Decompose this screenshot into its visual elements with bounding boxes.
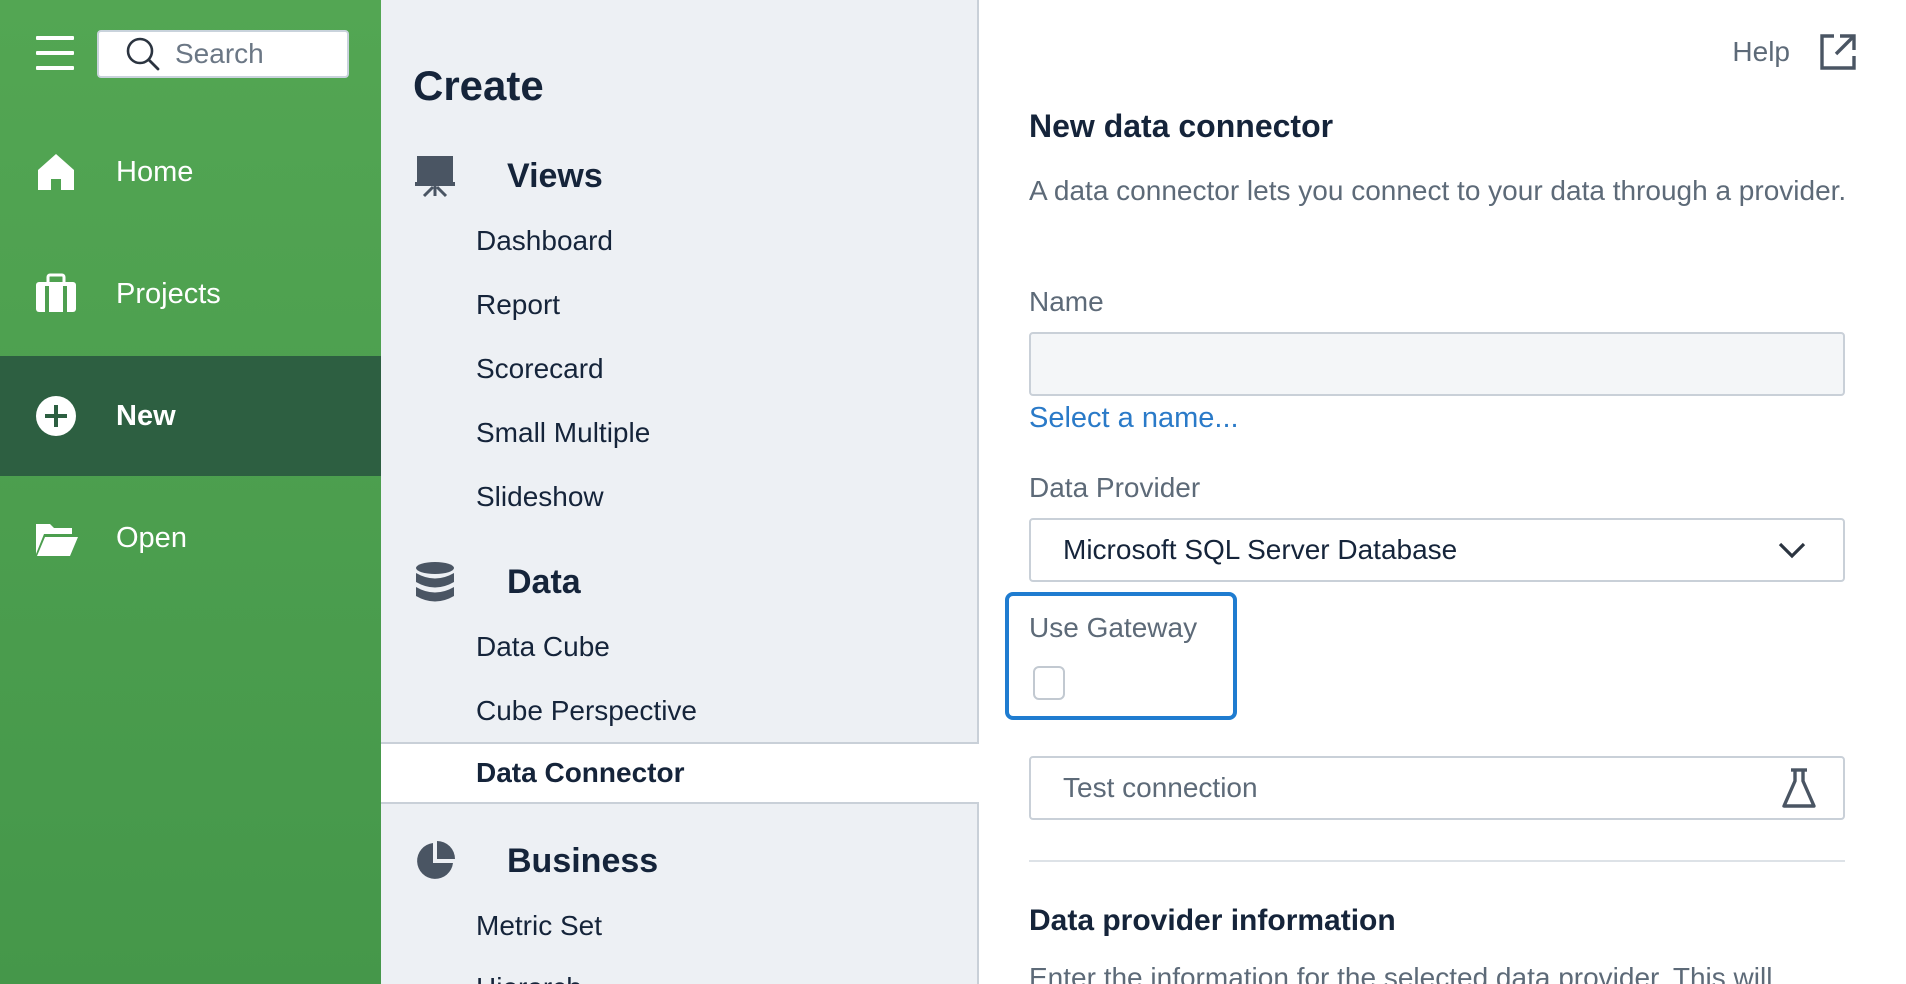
help-label: Help — [1732, 36, 1790, 67]
menu-item-dashboard[interactable]: Dashboard — [381, 210, 977, 272]
menu-item-label: Metric Set — [476, 910, 603, 941]
main-navigation: Home Projects New Open — [0, 0, 381, 984]
nav-item-home[interactable]: Home — [0, 112, 381, 232]
name-label: Name — [1029, 286, 1104, 317]
external-link-icon — [1820, 34, 1856, 70]
menu-item-small-multiple[interactable]: Small Multiple — [381, 402, 977, 464]
use-gateway-label: Use Gateway — [1029, 612, 1198, 643]
name-input[interactable] — [1029, 332, 1845, 396]
menu-item-label: Scorecard — [476, 353, 604, 384]
menu-item-cube-perspective[interactable]: Cube Perspective — [381, 680, 977, 742]
menu-item-label: Data Cube — [476, 631, 610, 662]
search-input[interactable] — [175, 38, 325, 70]
data-provider-info-description: Enter the information for the selected d… — [1029, 962, 1773, 984]
menu-item-label: Small Multiple — [476, 417, 651, 448]
nav-item-label: Projects — [116, 277, 221, 310]
section-title: Business — [507, 841, 659, 880]
menu-item-data-connector[interactable]: Data Connector — [381, 742, 979, 804]
data-provider-info-title: Data provider information — [1029, 904, 1396, 937]
test-connection-button[interactable]: Test connection — [1029, 756, 1845, 820]
menu-item-scorecard[interactable]: Scorecard — [381, 338, 977, 400]
create-panel: Create Views Dashboard Report Scorecard … — [381, 0, 979, 984]
menu-item-label: Cube Perspective — [476, 695, 698, 726]
menu-item-label: Data Connector — [476, 757, 685, 788]
nav-item-label: Open — [116, 521, 187, 554]
menu-item-label: Hierarch — [476, 972, 582, 984]
use-gateway-checkbox[interactable] — [1033, 666, 1065, 700]
data-provider-label: Data Provider — [1029, 472, 1201, 503]
presentation-board-icon — [415, 156, 455, 198]
hamburger-menu-icon[interactable] — [36, 36, 74, 70]
app-window: Home Projects New Open — [0, 0, 1906, 984]
data-provider-select[interactable]: Microsoft SQL Server Database — [1029, 518, 1845, 582]
flask-icon — [1782, 768, 1816, 808]
help-link[interactable]: Help — [1732, 32, 1858, 72]
section-title: Data — [507, 562, 581, 601]
plus-circle-icon — [36, 396, 76, 436]
nav-header — [0, 0, 381, 110]
nav-item-open[interactable]: Open — [0, 478, 381, 598]
chevron-down-icon — [1778, 542, 1806, 559]
menu-item-report[interactable]: Report — [381, 274, 977, 336]
folder-open-icon — [36, 524, 78, 556]
search-icon — [126, 37, 160, 71]
menu-item-metric-set[interactable]: Metric Set — [381, 895, 977, 957]
nav-item-new[interactable]: New — [0, 356, 381, 476]
section-title: Views — [507, 156, 603, 195]
nav-item-projects[interactable]: Projects — [0, 234, 381, 354]
menu-item-data-cube[interactable]: Data Cube — [381, 616, 977, 678]
select-name-link[interactable]: Select a name... — [1029, 402, 1239, 435]
menu-item-hierarchy[interactable]: Hierarch — [381, 958, 977, 984]
home-icon — [38, 154, 74, 190]
form-title: New data connector — [1029, 108, 1334, 144]
form-description: A data connector lets you connect to you… — [1029, 175, 1847, 206]
menu-item-label: Report — [476, 289, 561, 320]
menu-item-slideshow[interactable]: Slideshow — [381, 466, 977, 528]
use-gateway-group: Use Gateway — [1005, 592, 1237, 720]
menu-item-label: Slideshow — [476, 481, 604, 512]
section-views: Views — [413, 151, 603, 201]
section-divider — [1029, 860, 1845, 862]
test-connection-label: Test connection — [1063, 772, 1258, 803]
data-provider-value: Microsoft SQL Server Database — [1063, 534, 1458, 565]
briefcase-icon — [36, 273, 76, 312]
pie-chart-icon — [417, 841, 455, 879]
create-title: Create — [413, 62, 544, 109]
new-data-connector-form: Help New data connector A data connector… — [981, 0, 1906, 984]
section-data: Data — [413, 557, 581, 607]
section-business: Business — [413, 836, 658, 886]
nav-item-label: New — [116, 399, 176, 432]
database-icon — [416, 562, 454, 602]
search-box[interactable] — [97, 30, 349, 78]
nav-item-label: Home — [116, 155, 194, 188]
menu-item-label: Dashboard — [476, 225, 613, 256]
